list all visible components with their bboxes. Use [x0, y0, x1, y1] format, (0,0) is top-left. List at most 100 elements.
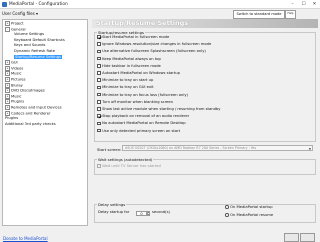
tree-item-label: Music	[11, 71, 22, 76]
option-label: Use only detected primary screen on star…	[102, 128, 181, 133]
option-label: Hide taskbar in fullscreen mode	[102, 63, 161, 68]
expand-icon[interactable]: +	[5, 76, 10, 82]
checkbox[interactable]	[97, 85, 101, 90]
group-label: Delay settings	[97, 202, 127, 207]
spinner-icon[interactable]: ▴ ▾	[147, 211, 150, 216]
checkbox[interactable]	[97, 114, 101, 118]
expand-icon[interactable]: +	[5, 65, 10, 71]
tree-item-label: Plugins	[11, 99, 25, 104]
expand-icon[interactable]: +	[5, 88, 10, 94]
tree-item-label: Project	[11, 21, 24, 26]
startup-option[interactable]: Use only detected primary screen on star…	[97, 129, 180, 135]
startup-option[interactable]: Use alternative fullscreen Splashscreen …	[97, 49, 206, 55]
startup-option[interactable]: Turn off monitor when blanking screen	[97, 100, 173, 106]
expand-icon[interactable]: +	[5, 71, 10, 77]
expand-icon[interactable]: +	[5, 104, 10, 110]
tree-item-label: Codecs and Renderer	[11, 111, 51, 115]
checkbox[interactable]	[97, 71, 101, 75]
tree-item-label: Keyboard Default Shortcuts	[14, 37, 65, 42]
minimize-button[interactable]: –	[287, 0, 298, 9]
expand-icon[interactable]: +	[5, 82, 10, 88]
checkbox[interactable]	[97, 164, 101, 168]
tree-item-label: Music	[11, 94, 22, 99]
option-label: Ignore Windows resolution/size changes i…	[102, 42, 212, 47]
option-label: Keep MediaPortal always on top	[102, 56, 161, 61]
start-screen-label: Start screen:	[97, 147, 122, 152]
maximize-button[interactable]: ☐	[298, 0, 309, 9]
donate-link[interactable]: Donate to MediaPortal	[3, 236, 48, 241]
startup-option[interactable]: Minimize to tray on focus loss (fullscre…	[97, 93, 188, 99]
radio-resume[interactable]: On MediaPortal resume	[225, 213, 273, 219]
delay-input[interactable]: 0	[136, 211, 147, 216]
checkbox[interactable]	[97, 35, 101, 39]
radio-startup[interactable]: On MediaPortal startup	[225, 205, 273, 211]
option-label: Show last active module when starting / …	[102, 107, 221, 111]
checkbox[interactable]	[97, 56, 101, 61]
checkbox[interactable]	[97, 128, 101, 133]
tree-item-label: Startup/Resume Settings	[14, 54, 63, 59]
chevron-down-icon: ▾	[35, 11, 38, 16]
option-label: Minimize to tray on GUI exit	[102, 85, 154, 90]
tree-item-label: Pictures	[11, 77, 26, 82]
tree-item-label: Volume Settings	[14, 32, 45, 37]
startup-option[interactable]: Keep MediaPortal always on top	[97, 57, 161, 63]
section-header: Startup/Resume Settings	[92, 19, 318, 28]
startup-option[interactable]: Autostart MediaPortal on Windows startup	[97, 71, 180, 77]
checkbox[interactable]	[97, 107, 101, 111]
startup-option[interactable]: Hide taskbar in fullscreen mode	[97, 64, 161, 70]
switch-mode-button[interactable]: Switch to standard mode	[233, 10, 285, 19]
user-config-menu[interactable]: User Config files ▾	[2, 11, 38, 16]
start-screen-select[interactable]: ASUS VS207 (1920x1080) on AMD Radeon R7 …	[122, 145, 313, 151]
chevron-down-icon: ▼	[308, 147, 311, 151]
page-title: Startup/Resume Settings	[96, 19, 189, 27]
tree-item[interactable]: Additional 3rd party checks	[3, 122, 87, 128]
checkbox[interactable]	[97, 42, 101, 46]
delay-label: Delay startup for	[98, 210, 130, 214]
checkbox[interactable]	[97, 92, 101, 97]
expand-icon[interactable]: +	[5, 99, 10, 105]
radio-button[interactable]	[225, 205, 229, 209]
startup-option[interactable]: Start MediaPortal in fullscreen mode	[97, 35, 169, 41]
checkbox[interactable]	[97, 49, 101, 54]
collapse-icon[interactable]: -	[5, 26, 10, 32]
startup-option[interactable]: Minimize to tray on start up	[97, 78, 153, 84]
top-toolbar: User Config files ▾ Switch to standard m…	[0, 9, 320, 19]
checkbox[interactable]	[97, 78, 101, 82]
help-button[interactable]: Help	[285, 10, 296, 19]
startup-option[interactable]: Show last active module when starting / …	[97, 107, 220, 113]
start-screen-value: ASUS VS207 (1920x1080) on AMD Radeon R7 …	[125, 146, 257, 150]
tree-item-label: DVD Discs/Images	[11, 88, 45, 93]
option-label: Stop playback on removal of an audio ren…	[102, 114, 190, 119]
expand-icon[interactable]: +	[5, 93, 10, 99]
startup-option[interactable]: Ignore Windows resolution/size changes i…	[97, 42, 211, 48]
option-label: Wait until TV Server has started	[102, 164, 161, 168]
radio-button[interactable]	[225, 213, 229, 217]
radio-label: On MediaPortal startup	[230, 205, 273, 209]
expand-icon[interactable]: +	[5, 60, 10, 66]
ok-button[interactable]	[284, 233, 299, 242]
bottom-bar: Donate to MediaPortal	[0, 228, 320, 242]
option-label: Autostart MediaPortal on Windows startup	[102, 71, 180, 75]
app-icon	[2, 2, 7, 7]
checkbox[interactable]	[97, 100, 101, 104]
option-label: Turn off monitor when blanking screen	[102, 99, 174, 104]
checkbox[interactable]	[97, 121, 101, 126]
startup-option[interactable]: No autostart MediaPortal on Remote Deskt…	[97, 121, 186, 127]
wait-tvserver-option[interactable]: Wait until TV Server has started	[97, 164, 161, 170]
radio-label: On MediaPortal resume	[230, 213, 274, 217]
close-button[interactable]: ✕	[309, 0, 320, 9]
tree-item-label: Additional 3rd party checks	[5, 121, 56, 126]
title-bar: MediaPortal - Configuration – ☐ ✕	[0, 0, 320, 9]
checkbox[interactable]	[97, 64, 101, 68]
navigation-tree[interactable]: + Project - General Volume Settings Keyboard …	[2, 19, 88, 226]
option-label: Use alternative fullscreen Splashscreen …	[102, 49, 206, 54]
expand-icon[interactable]: +	[5, 110, 10, 116]
option-label: Start MediaPortal in fullscreen mode	[102, 35, 170, 39]
tree-item-label: Dynamic Refresh Rate	[14, 48, 55, 53]
startup-option[interactable]: Stop playback on removal of an audio ren…	[97, 114, 189, 120]
group-label: Wait settings (autodetected)	[97, 157, 154, 162]
startup-option[interactable]: Minimize to tray on GUI exit	[97, 85, 154, 91]
seconds-label: second(s)	[152, 210, 170, 214]
cancel-button[interactable]	[300, 233, 315, 242]
expand-icon[interactable]: +	[5, 21, 10, 26]
